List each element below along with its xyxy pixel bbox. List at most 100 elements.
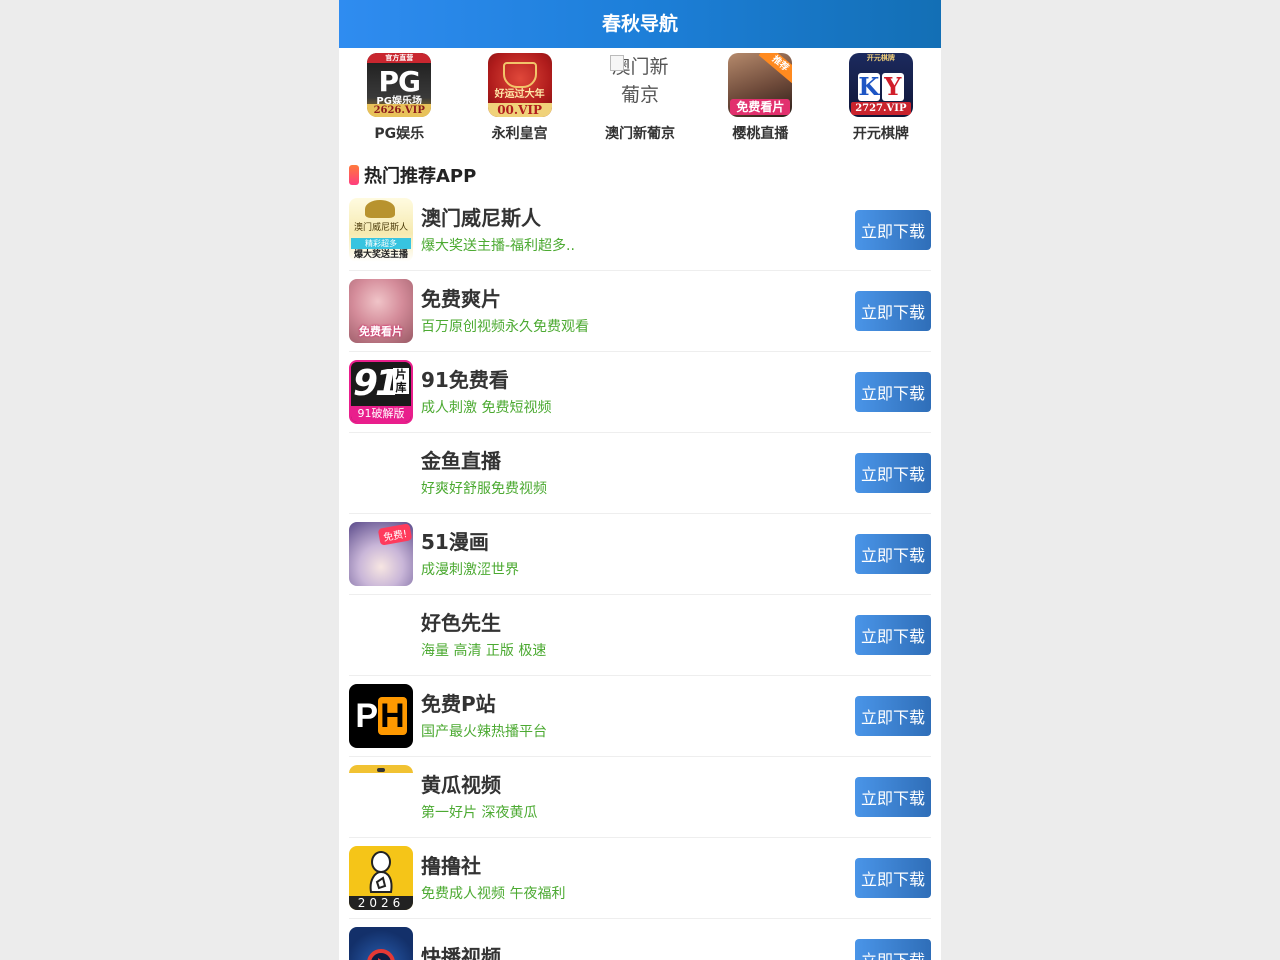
list-item[interactable]: P H 免费P站 国产最火辣热播平台 立即下载 xyxy=(349,676,931,757)
broken-image-glyph xyxy=(610,55,625,71)
blank-icon[interactable] xyxy=(349,441,413,505)
comic-free-badge: 免费! xyxy=(377,523,413,546)
app-name: 好色先生 xyxy=(421,611,501,635)
app-desc: 免费成人视频 午夜福利 xyxy=(421,886,566,902)
app-info: 好色先生 海量 高清 正版 极速 xyxy=(421,610,855,660)
app-info: 免费爽片 百万原创视频永久免费观看 xyxy=(421,286,855,336)
mobile-page: 春秋导航 官方直营 PG PG娱乐场 2626.VIP PG娱乐 好运过大年 0… xyxy=(339,0,941,960)
download-button[interactable]: 立即下载 xyxy=(855,210,931,250)
list-item[interactable]: 2026 撸撸社 免费成人视频 午夜福利 立即下载 xyxy=(349,838,931,919)
app-desc: 第一好片 深夜黄瓜 xyxy=(421,805,538,821)
app-info: 黄瓜视频 第一好片 深夜黄瓜 xyxy=(421,772,855,822)
ph-letter-h: H xyxy=(378,697,407,735)
app-name: 澳门威尼斯人 xyxy=(421,206,541,230)
pg-casino-logo[interactable]: 官方直营 PG PG娱乐场 2626.VIP xyxy=(367,53,432,117)
app-name: 免费P站 xyxy=(421,692,496,716)
91-side-text: 片库 xyxy=(393,368,409,394)
app-info: 51漫画 成漫刺激涩世界 xyxy=(421,529,855,579)
list-item[interactable]: 免费! 51漫画 成漫刺激涩世界 立即下载 xyxy=(349,514,931,595)
section-header: 热门推荐APP xyxy=(339,148,941,190)
app-list: 澳门威尼斯人 精彩超多 爆大奖送主播 澳门威尼斯人 爆大奖送主播-福利超多.. … xyxy=(339,190,941,960)
ph-logo[interactable]: P H xyxy=(349,684,413,748)
app-info: 快播视频 xyxy=(421,944,855,960)
cucumber-icon[interactable] xyxy=(349,765,413,829)
app-name: 黄瓜视频 xyxy=(421,773,501,797)
section-accent-bar xyxy=(349,165,359,185)
ky-chess-logo[interactable]: 开元棋牌 K Y 2727.VIP xyxy=(848,53,913,117)
page-header: 春秋导航 xyxy=(339,0,941,48)
nav-item-cherry[interactable]: 推荐 免费看片 樱桃直播 xyxy=(700,48,820,148)
qvod-logo[interactable] xyxy=(349,927,413,960)
recommend-badge: 推荐 xyxy=(759,53,793,84)
app-desc: 海量 高清 正版 极速 xyxy=(421,643,547,659)
list-item[interactable]: 免费看片 免费爽片 百万原创视频永久免费观看 立即下载 xyxy=(349,271,931,352)
app-name: 快播视频 xyxy=(421,945,501,960)
app-name: 撸撸社 xyxy=(421,854,481,878)
pg-url-text: 2626.VIP xyxy=(367,104,432,117)
download-button[interactable]: 立即下载 xyxy=(855,291,931,331)
download-button[interactable]: 立即下载 xyxy=(855,615,931,655)
list-item[interactable]: 澳门威尼斯人 精彩超多 爆大奖送主播 澳门威尼斯人 爆大奖送主播-福利超多.. … xyxy=(349,190,931,271)
app-name: 免费爽片 xyxy=(421,287,501,311)
section-title: 热门推荐APP xyxy=(364,166,477,187)
nav-label: 澳门新葡京 xyxy=(605,126,676,142)
cucumber-mark xyxy=(377,768,385,772)
list-item[interactable]: 黄瓜视频 第一好片 深夜黄瓜 立即下载 xyxy=(349,757,931,838)
app-desc: 爆大奖送主播-福利超多.. xyxy=(421,238,575,254)
top-nav: 官方直营 PG PG娱乐场 2626.VIP PG娱乐 好运过大年 00.VIP… xyxy=(339,48,941,148)
venetian-logo[interactable]: 澳门威尼斯人 精彩超多 爆大奖送主播 xyxy=(349,198,413,262)
list-item[interactable]: 好色先生 海量 高清 正版 极速 立即下载 xyxy=(349,595,931,676)
download-button[interactable]: 立即下载 xyxy=(855,939,931,960)
nav-item-wynn[interactable]: 好运过大年 00.VIP 永利皇宫 xyxy=(459,48,579,148)
pg-main-text: PG xyxy=(378,65,421,98)
app-name: 51漫画 xyxy=(421,530,489,554)
lulu-year-text: 2026 xyxy=(349,896,413,910)
wynn-url-text: 00.VIP xyxy=(487,103,552,117)
page-title: 春秋导航 xyxy=(601,13,678,35)
app-info: 撸撸社 免费成人视频 午夜福利 xyxy=(421,853,855,903)
lulu-logo[interactable]: 2026 xyxy=(349,846,413,910)
91-logo[interactable]: 91 片库 91破解版 xyxy=(349,360,413,424)
free-video-icon[interactable]: 免费看片 xyxy=(349,279,413,343)
app-desc: 成人刺激 免费短视频 xyxy=(421,400,552,416)
91-main-text: 91 xyxy=(353,363,400,404)
app-desc: 国产最火辣热播平台 xyxy=(421,724,547,740)
app-info: 免费P站 国产最火辣热播平台 xyxy=(421,691,855,741)
wynn-palace-logo[interactable]: 好运过大年 00.VIP xyxy=(487,53,552,117)
cherry-live-logo[interactable]: 推荐 免费看片 xyxy=(728,53,793,117)
download-button[interactable]: 立即下载 xyxy=(855,453,931,493)
app-desc: 百万原创视频永久免费观看 xyxy=(421,319,589,335)
download-button[interactable]: 立即下载 xyxy=(855,777,931,817)
broken-image-icon[interactable]: 澳门新葡京 xyxy=(608,53,672,117)
lion-emblem-icon xyxy=(365,200,395,218)
crown-icon xyxy=(502,62,537,88)
app-info: 金鱼直播 好爽好舒服免费视频 xyxy=(421,448,855,498)
nav-item-ky[interactable]: 开元棋牌 K Y 2727.VIP 开元棋牌 xyxy=(821,48,941,148)
91-bottom-text: 91破解版 xyxy=(351,406,411,422)
download-button[interactable]: 立即下载 xyxy=(855,534,931,574)
list-item[interactable]: 91 片库 91破解版 91免费看 成人刺激 免费短视频 立即下载 xyxy=(349,352,931,433)
list-item[interactable]: 快播视频 立即下载 xyxy=(349,919,931,960)
cherry-bottom-text: 免费看片 xyxy=(730,99,791,115)
app-name: 金鱼直播 xyxy=(421,449,501,473)
download-button[interactable]: 立即下载 xyxy=(855,372,931,412)
nav-item-pg[interactable]: 官方直营 PG PG娱乐场 2626.VIP PG娱乐 xyxy=(339,48,459,148)
app-desc: 好爽好舒服免费视频 xyxy=(421,481,547,497)
ky-url-text: 2727.VIP xyxy=(850,102,911,115)
free-video-text: 免费看片 xyxy=(359,325,403,338)
app-name: 91免费看 xyxy=(421,368,509,392)
ky-top-text: 开元棋牌 xyxy=(866,54,895,62)
ph-letter-p: P xyxy=(355,696,379,735)
ky-letters: K Y xyxy=(857,73,904,101)
app-info: 澳门威尼斯人 爆大奖送主播-福利超多.. xyxy=(421,205,855,255)
venetian-top-text: 澳门威尼斯人 xyxy=(353,223,408,233)
comic-icon[interactable]: 免费! xyxy=(349,522,413,586)
nav-label: 开元棋牌 xyxy=(852,126,909,142)
nav-label: PG娱乐 xyxy=(374,126,425,142)
pg-badge-text: 官方直营 xyxy=(367,53,432,63)
nav-item-lisboa[interactable]: 澳门新葡京 澳门新葡京 xyxy=(580,48,700,148)
download-button[interactable]: 立即下载 xyxy=(855,696,931,736)
list-item[interactable]: 金鱼直播 好爽好舒服免费视频 立即下载 xyxy=(349,433,931,514)
download-button[interactable]: 立即下载 xyxy=(855,858,931,898)
blank-icon[interactable] xyxy=(349,603,413,667)
